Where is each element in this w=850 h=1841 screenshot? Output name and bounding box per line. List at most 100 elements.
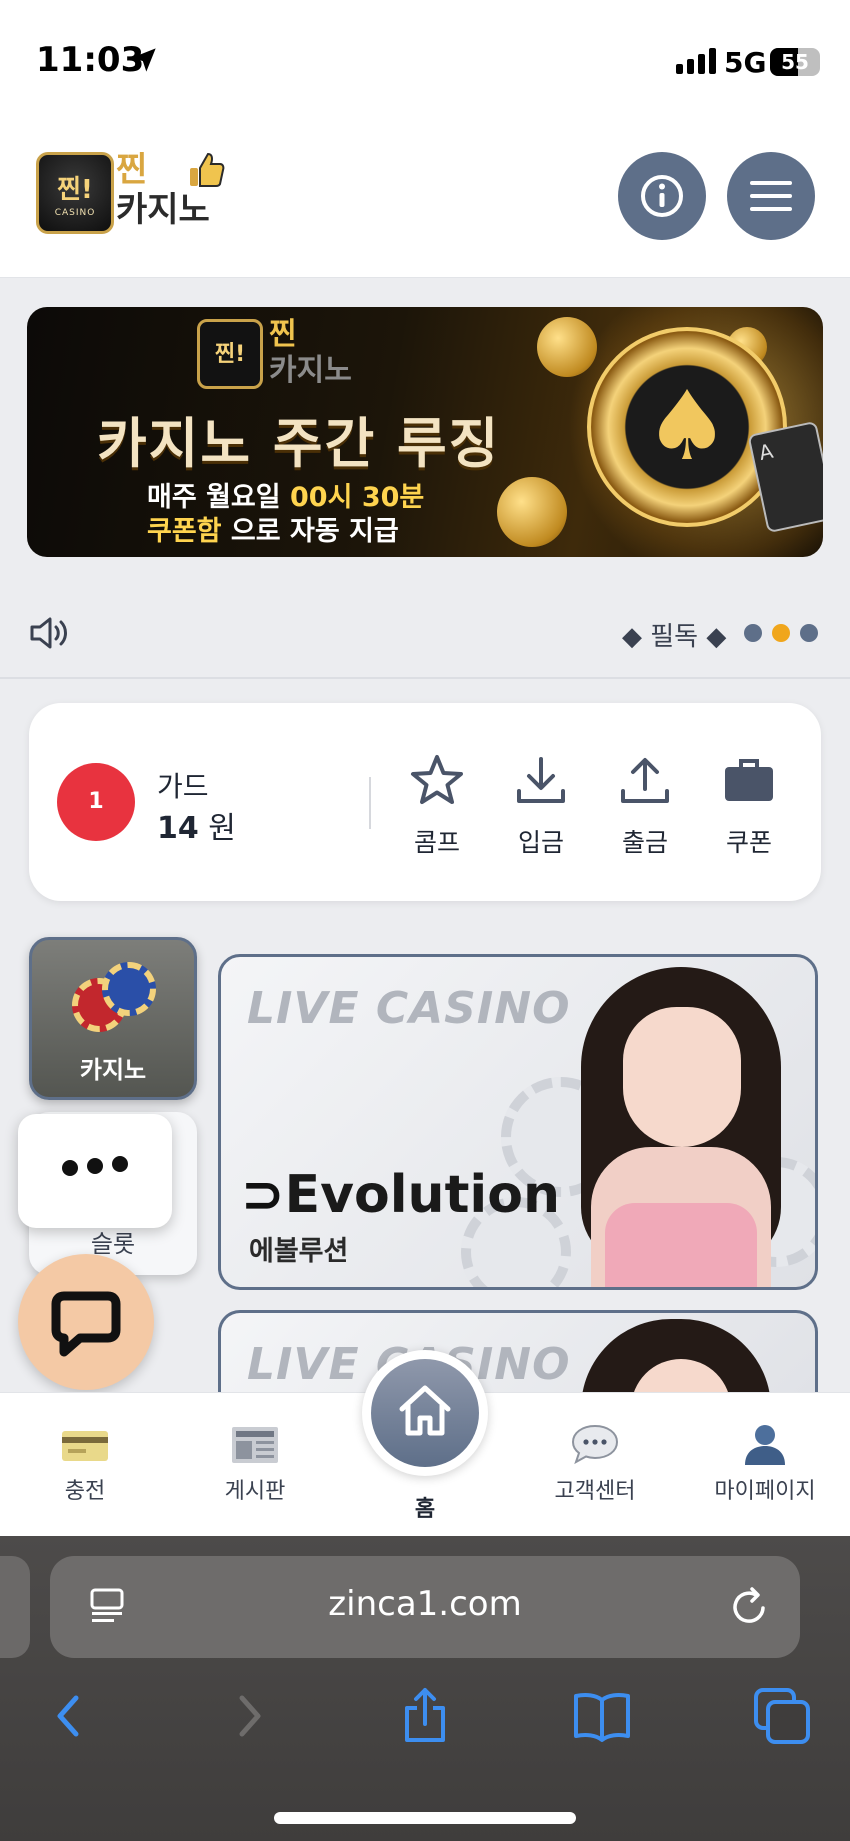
home-indicator [274, 1812, 576, 1824]
thumbs-up-icon [190, 152, 225, 187]
credit-card-icon [62, 1431, 108, 1461]
banner-subtitle-2: 쿠폰함 으로 자동 지급 [147, 509, 399, 548]
browser-toolbar: zinca1.com [0, 1536, 850, 1841]
briefcase-icon [725, 759, 773, 801]
balance: 14 원 [157, 803, 236, 847]
category-casino[interactable]: 카지노 [29, 937, 197, 1100]
logo-line2: 카지노 [116, 190, 210, 230]
forward-icon [239, 1695, 261, 1737]
battery-icon: 55 [770, 48, 820, 76]
banner-logo-wordmark: 찐 카지노 [269, 317, 352, 389]
more-dot [87, 1158, 103, 1174]
account-card: 1 가드 14 원 콤프 입금 출금 쿠폰 [29, 703, 821, 901]
deposit-label: 입금 [517, 828, 564, 857]
level-badge: 1 [57, 763, 135, 841]
more-dot [112, 1156, 128, 1172]
balance-currency: 원 [208, 811, 236, 846]
site-header: 찐! CASINO 찐 카지노 [0, 120, 850, 278]
banner-logo-badge: 찐! [197, 319, 263, 389]
cellular-signal-icon [676, 48, 716, 74]
logo-badge: 찐! CASINO [36, 152, 114, 234]
nav-charge-label: 충전 [64, 1479, 106, 1504]
logo-badge-sub: CASINO [54, 208, 96, 218]
bookmarks-icon[interactable] [572, 1686, 632, 1746]
previous-tab-preview[interactable] [0, 1556, 30, 1658]
home-button[interactable] [362, 1350, 488, 1476]
divider [369, 777, 371, 829]
nav-mypage[interactable]: 마이페이지 [680, 1393, 850, 1537]
url-text[interactable]: zinca1.com [50, 1584, 800, 1624]
banner-sub2-text: 으로 자동 지급 [221, 516, 399, 547]
share-icon[interactable] [395, 1686, 455, 1746]
provider-name-ko: 에볼루션 [249, 1236, 349, 1267]
carousel-dot[interactable] [744, 624, 762, 642]
withdraw-label: 출금 [621, 828, 668, 857]
banner-title: 카지노 주간 루징 [97, 412, 501, 475]
carousel-dot[interactable] [800, 624, 818, 642]
nav-home-label[interactable]: 홈 [340, 1491, 510, 1523]
chat-bubble-icon [571, 1424, 619, 1465]
balance-amount: 14 [157, 811, 199, 846]
nav-support[interactable]: 고객센터 [510, 1393, 680, 1537]
nav-mypage-label: 마이페이지 [714, 1479, 816, 1504]
gold-coin [497, 477, 567, 547]
more-button[interactable] [18, 1114, 172, 1228]
nav-charge[interactable]: 충전 [0, 1393, 170, 1537]
info-button[interactable] [618, 152, 706, 240]
more-dot [62, 1160, 78, 1176]
newspaper-icon [232, 1427, 278, 1463]
banner-logo-line2: 카지노 [269, 353, 352, 388]
banner-sub2-highlight: 쿠폰함 [147, 516, 222, 547]
star-icon [411, 755, 463, 804]
carousel-dot[interactable] [772, 624, 790, 642]
download-icon [517, 757, 565, 803]
tabs-icon[interactable] [752, 1686, 812, 1746]
site-logo[interactable]: 찐! CASINO 찐 카지노 [36, 146, 225, 242]
withdraw-button[interactable]: 출금 [593, 753, 697, 863]
notice-text[interactable]: ◆ 필독 ◆ [622, 616, 726, 653]
status-time: 11:03 [36, 40, 145, 80]
speaker-icon[interactable] [30, 616, 74, 650]
deposit-button[interactable]: 입금 [489, 753, 593, 863]
nav-board[interactable]: 게시판 [170, 1393, 340, 1537]
status-bar: 11:03 5G 55 [0, 0, 850, 120]
nav-board-label: 게시판 [224, 1479, 286, 1504]
user-name: 가드 [157, 770, 209, 803]
home-icon [399, 1385, 451, 1436]
dealer-image [551, 967, 811, 1287]
card-rank: A [756, 438, 776, 466]
nav-support-label: 고객센터 [554, 1479, 636, 1504]
location-arrow-icon [132, 48, 156, 72]
upload-icon [621, 758, 669, 803]
divider [0, 677, 850, 679]
provider-name: Evolution [284, 1165, 560, 1225]
category-casino-label: 카지노 [79, 1056, 147, 1084]
game-card-title: LIVE CASINO [247, 983, 571, 1034]
category-slot-label: 슬롯 [90, 1230, 136, 1258]
provider-logo: ⊃Evolution [241, 1165, 560, 1225]
banner-logo-line1: 찐 [269, 317, 297, 352]
notice-row: ◆ 필독 ◆ [0, 600, 850, 664]
address-bar[interactable]: zinca1.com [50, 1556, 800, 1658]
hamburger-menu-icon [750, 181, 792, 211]
poker-chip-image: ♠ [587, 327, 787, 527]
reload-icon[interactable] [730, 1586, 770, 1628]
network-type: 5G [724, 46, 767, 79]
carousel-dots [744, 624, 818, 642]
logo-badge-text: 찐! [57, 175, 93, 205]
menu-button[interactable] [727, 152, 815, 240]
back-icon[interactable] [40, 1686, 100, 1746]
banner-logo: 찐! 찐 카지노 [197, 317, 397, 397]
comp-button[interactable]: 콤프 [385, 753, 489, 863]
promo-banner[interactable]: ♠ A 찐! 찐 카지노 카지노 주간 루징 매주 월요일 00시 30분 쿠폰… [27, 307, 823, 557]
live-chat-button[interactable] [18, 1254, 154, 1390]
gold-coin [537, 317, 597, 377]
casino-chips-icon [68, 960, 158, 1040]
chat-icon [51, 1291, 121, 1357]
info-icon [641, 175, 683, 217]
comp-label: 콤프 [413, 828, 460, 857]
coupon-button[interactable]: 쿠폰 [697, 753, 801, 863]
game-card-evolution[interactable]: LIVE CASINO ⊃Evolution 에볼루션 [218, 954, 818, 1290]
coupon-label: 쿠폰 [725, 828, 772, 857]
battery-level: 55 [781, 50, 809, 74]
